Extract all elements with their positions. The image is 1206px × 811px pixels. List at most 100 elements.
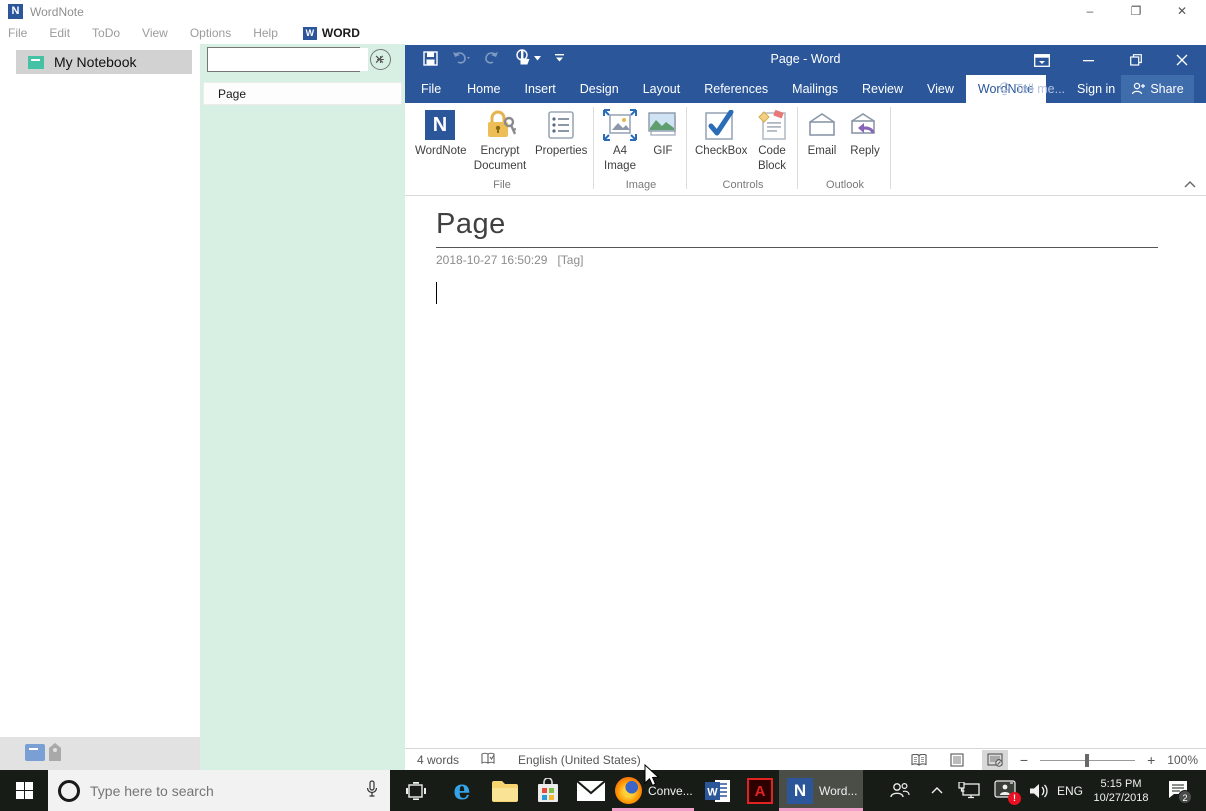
web-layout-button[interactable] [982, 750, 1008, 770]
share-button[interactable]: Share [1121, 75, 1194, 103]
language-tray-button[interactable]: ENG [1052, 770, 1088, 811]
zoom-slider[interactable] [1040, 760, 1135, 761]
menu-help[interactable]: Help [242, 26, 289, 40]
page-search-input[interactable] [208, 48, 368, 71]
tab-file[interactable]: File [405, 75, 455, 103]
menu-view[interactable]: View [131, 26, 179, 40]
collapse-ribbon-button[interactable] [1184, 177, 1196, 191]
wordnote-minimize-button[interactable]: – [1075, 2, 1105, 20]
word-restore-button[interactable] [1121, 49, 1151, 71]
menu-word-label: WORD [322, 26, 360, 40]
add-page-button[interactable]: + [370, 49, 391, 70]
email-button[interactable]: Email [801, 103, 843, 159]
code-block-icon [757, 109, 787, 141]
menu-todo[interactable]: ToDo [81, 26, 131, 40]
menu-edit[interactable]: Edit [38, 26, 81, 40]
chevron-up-icon [931, 787, 943, 794]
ribbon: N WordNote Encrypt Document Properties F… [405, 103, 1206, 196]
edge-taskbar-button[interactable]: e [444, 770, 480, 811]
document-canvas[interactable]: Page 2018-10-27 16:50:29[Tag] [405, 196, 1206, 748]
acrobat-taskbar-button[interactable]: A [742, 770, 778, 811]
wordnote-taskbar-icon: N [787, 778, 813, 804]
tab-home[interactable]: Home [455, 75, 512, 103]
ribbon-group-outlook: Email Reply Outlook [801, 103, 889, 195]
zoom-out-button[interactable]: − [1020, 752, 1028, 768]
proofing-icon[interactable] [481, 752, 496, 768]
page-search-box[interactable]: ✕ [207, 47, 360, 72]
people-icon [890, 782, 910, 800]
microphone-icon[interactable] [366, 780, 378, 801]
zoom-level[interactable]: 100% [1167, 753, 1198, 767]
document-meta: 2018-10-27 16:50:29[Tag] [436, 253, 593, 267]
volume-tray-button[interactable] [1022, 770, 1056, 811]
menu-word[interactable]: W WORD [289, 26, 360, 40]
store-taskbar-button[interactable] [530, 770, 566, 811]
action-center-button[interactable]: 2 [1156, 770, 1200, 811]
checkbox-button[interactable]: CheckBox [691, 103, 749, 159]
defender-icon: ! [994, 780, 1016, 801]
network-tray-button[interactable] [952, 770, 986, 811]
print-layout-button[interactable] [944, 750, 970, 770]
ribbon-display-options-button[interactable] [1027, 49, 1057, 71]
wordnote-restore-button[interactable]: ❐ [1121, 2, 1151, 20]
wordnote-close-button[interactable]: ✕ [1167, 2, 1197, 20]
tab-review[interactable]: Review [850, 75, 915, 103]
notebook-item-my-notebook[interactable]: My Notebook [16, 50, 192, 74]
page-list-item-label: Page [218, 87, 246, 101]
menu-file[interactable]: File [0, 26, 38, 40]
word-taskbar-button[interactable]: W [700, 770, 736, 811]
word-count[interactable]: 4 words [417, 753, 459, 767]
clock-date: 10/27/2018 [1093, 791, 1148, 805]
zoom-slider-thumb[interactable] [1085, 754, 1089, 767]
wordnote-button[interactable]: N WordNote [411, 103, 469, 159]
word-minimize-button[interactable] [1073, 49, 1103, 71]
folder-icon [491, 780, 519, 802]
a4-image-button[interactable]: A4 Image [597, 103, 643, 174]
clock-tray-button[interactable]: 5:15 PM 10/27/2018 [1088, 770, 1154, 811]
cortana-icon [58, 780, 80, 802]
gif-button[interactable]: GIF [643, 103, 683, 159]
taskbar-search-box[interactable] [48, 770, 390, 811]
tab-layout[interactable]: Layout [631, 75, 693, 103]
encrypt-document-button[interactable]: Encrypt Document [469, 103, 531, 174]
properties-button[interactable]: Properties [531, 103, 591, 159]
show-hidden-icons-button[interactable] [922, 770, 952, 811]
task-view-button[interactable] [398, 770, 434, 811]
defender-tray-button[interactable]: ! [988, 770, 1022, 811]
tab-references[interactable]: References [692, 75, 780, 103]
taskbar: e Conve... W A N Word... ! EN [0, 770, 1206, 811]
word-titlebar: Page - Word [405, 45, 1206, 75]
svg-text:W: W [707, 786, 718, 798]
read-mode-button[interactable] [906, 750, 932, 770]
tab-design[interactable]: Design [568, 75, 631, 103]
menu-options[interactable]: Options [179, 26, 242, 40]
zoom-in-button[interactable]: + [1147, 752, 1155, 768]
tag-icon[interactable] [49, 743, 61, 761]
tell-me-box[interactable]: Tell me... [999, 75, 1065, 103]
language-status[interactable]: English (United States) [518, 753, 641, 767]
edge-icon: e [453, 777, 470, 804]
code-block-button[interactable]: Code Block [749, 103, 795, 174]
tab-view[interactable]: View [915, 75, 966, 103]
new-notebook-icon[interactable] [25, 744, 45, 761]
wordnote-n-icon: N [425, 109, 455, 141]
file-explorer-taskbar-button[interactable] [487, 770, 523, 811]
sign-in-button[interactable]: Sign in [1077, 75, 1115, 103]
wordnote-taskbar-button[interactable]: N Word... [779, 770, 863, 811]
mouse-cursor [644, 764, 660, 791]
notification-count-badge: 2 [1178, 790, 1192, 804]
wordnote-window-title: WordNote [30, 5, 84, 19]
reply-button[interactable]: Reply [843, 103, 887, 159]
word-close-button[interactable] [1167, 49, 1197, 71]
tab-insert[interactable]: Insert [513, 75, 568, 103]
start-button[interactable] [0, 770, 48, 811]
clock-time: 5:15 PM [1093, 777, 1148, 791]
group-label-outlook: Outlook [801, 179, 889, 191]
page-list-item[interactable]: Page [203, 82, 402, 105]
mail-taskbar-button[interactable] [573, 770, 609, 811]
notebook-panel-footer [0, 737, 200, 770]
people-tray-button[interactable] [882, 770, 918, 811]
taskbar-search-input[interactable] [90, 783, 356, 799]
ribbon-group-controls: CheckBox Code Block Controls [691, 103, 795, 195]
tab-mailings[interactable]: Mailings [780, 75, 850, 103]
